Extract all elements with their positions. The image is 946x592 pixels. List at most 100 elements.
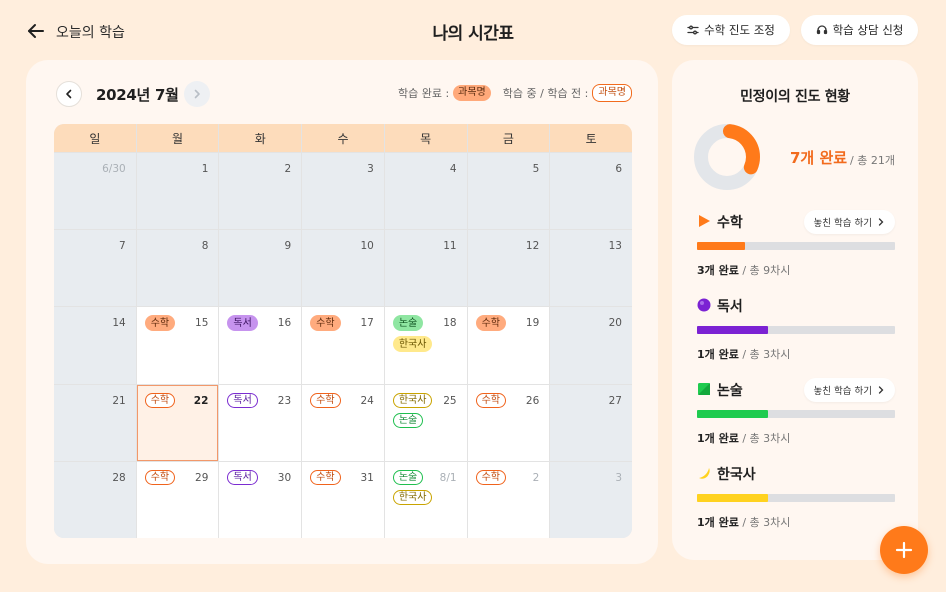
day-number: 7: [119, 240, 126, 253]
lesson-chip-hist[interactable]: 한국사: [392, 336, 433, 353]
calendar-day[interactable]: 2 수학: [467, 461, 550, 538]
calendar-day[interactable]: 29 수학: [136, 461, 219, 538]
lesson-chip-essay[interactable]: 논술: [392, 469, 424, 485]
day-number: 6: [615, 163, 622, 175]
day-number: 9: [284, 240, 292, 253]
calendar-day[interactable]: 10: [302, 230, 384, 307]
day-number: 17: [360, 317, 374, 330]
lesson-chip-hist[interactable]: 한국사: [392, 489, 433, 505]
calendar-day[interactable]: 19 수학: [467, 307, 550, 384]
calendar-day[interactable]: 1: [136, 153, 219, 230]
calendar-day[interactable]: 18 논술 한국사: [384, 307, 467, 384]
calendar-day[interactable]: 14: [54, 307, 136, 384]
calendar-day[interactable]: 5: [467, 153, 550, 230]
calendar-day[interactable]: 20: [550, 307, 632, 384]
lesson-chips: 논술한국사: [392, 315, 433, 353]
lesson-chip-math[interactable]: 수학: [144, 469, 176, 485]
adjust-progress-button[interactable]: 수학 진도 조정: [672, 15, 790, 45]
missed-lesson-button[interactable]: 놓친 학습 하기: [803, 210, 895, 234]
calendar-day[interactable]: 11: [384, 230, 467, 307]
calendar-day[interactable]: 24 수학: [302, 384, 384, 461]
subject-stat: 1개 완료 / 총 3차시: [697, 430, 895, 446]
calendar-day[interactable]: 15 수학: [136, 307, 219, 384]
day-number: 30: [277, 471, 292, 484]
calendar-day[interactable]: 2: [219, 153, 302, 230]
calendar-day[interactable]: 9: [219, 230, 302, 307]
headset-icon: [816, 25, 827, 35]
lesson-chip-read[interactable]: 독서: [227, 469, 258, 485]
lesson-chip-math[interactable]: 수학: [310, 469, 341, 485]
day-number: 5: [532, 163, 540, 175]
lesson-chip-read[interactable]: 독서: [227, 392, 258, 408]
calendar-day[interactable]: 16 독서: [219, 307, 302, 384]
lesson-chip-math[interactable]: 수학: [144, 392, 176, 408]
calendar-day[interactable]: 4: [384, 153, 467, 230]
plus-icon: [895, 541, 913, 559]
day-number: 28: [112, 471, 126, 484]
calendar-day[interactable]: 8: [136, 230, 219, 307]
lesson-chips: 수학: [144, 315, 176, 332]
lesson-chips: 한국사논술: [392, 392, 433, 428]
lesson-chip-math[interactable]: 수학: [475, 469, 506, 485]
day-number: 2: [532, 471, 540, 484]
lesson-chips: 수학: [475, 469, 506, 485]
day-number: 27: [608, 394, 622, 407]
calendar-day[interactable]: 30 독서: [219, 461, 302, 538]
calendar-grid: 일 월 화 수 목 금 토 6/30 1 2 3 4 5 6 7 8 9 10 11 12 13 14 15 수학 16 독서 17…: [54, 124, 632, 538]
day-number: 16: [277, 317, 292, 330]
calendar-day[interactable]: 17 수학: [302, 307, 384, 384]
calendar-day[interactable]: 31 수학: [302, 461, 384, 538]
lesson-chip-essay[interactable]: 논술: [392, 412, 424, 428]
calendar-day[interactable]: 27: [550, 384, 632, 461]
calendar-day[interactable]: 8/1 논술한국사: [384, 461, 467, 538]
calendar-day[interactable]: 12: [467, 230, 550, 307]
legend-done-label: 학습 완료 :: [397, 87, 450, 100]
day-number: 8: [201, 240, 209, 253]
calendar-day[interactable]: 13: [550, 230, 632, 307]
lesson-chips: 수학: [144, 469, 176, 485]
subject-total: / 총 3차시: [742, 432, 791, 445]
subject-name: 수학: [717, 215, 743, 231]
calendar-day[interactable]: 25 한국사 논술: [384, 384, 467, 461]
month-label: 2024년 7월: [96, 86, 179, 104]
prev-month-button[interactable]: [56, 81, 82, 107]
day-number: 15: [195, 317, 209, 330]
subject-total: / 총 9차시: [742, 264, 791, 277]
consult-request-button[interactable]: 학습 상담 신청: [801, 15, 918, 45]
calendar-day[interactable]: 26 수학: [467, 384, 550, 461]
progress-card: 민정이의 진도 현황 7개 완료 / 총 21개 수학 놓친 학습 하기 3개 완료…: [672, 60, 918, 560]
subject-header: 한국사: [697, 464, 895, 484]
calendar-day[interactable]: 6/30: [54, 153, 136, 230]
subject-progress: 논술 놓친 학습 하기 1개 완료 / 총 3차시: [697, 378, 895, 446]
missed-lesson-button[interactable]: 놓친 학습 하기: [803, 378, 895, 402]
subject-name: 독서: [717, 299, 743, 315]
subject-stat: 1개 완료 / 총 3차시: [697, 514, 895, 530]
calendar-day[interactable]: 21: [54, 384, 136, 461]
calendar-day[interactable]: 3: [302, 153, 384, 230]
calendar-day[interactable]: 28: [54, 461, 136, 538]
lesson-chip-essay[interactable]: 논술: [392, 315, 424, 332]
calendar-day-selected[interactable]: 22 수학: [136, 384, 219, 461]
add-button[interactable]: [880, 526, 928, 574]
adjust-progress-label: 수학 진도 조정: [704, 23, 775, 37]
day-number: 8/1: [439, 471, 457, 484]
calendar-day[interactable]: 3: [550, 461, 632, 538]
subject-total: / 총 3차시: [742, 348, 791, 361]
calendar-day[interactable]: 23 독서: [219, 384, 302, 461]
lesson-chip-math[interactable]: 수학: [310, 392, 341, 408]
next-month-button[interactable]: [184, 81, 210, 107]
subject-progress: 수학 놓친 학습 하기 3개 완료 / 총 9차시: [697, 210, 895, 278]
day-number: 11: [443, 240, 457, 253]
lesson-chip-math[interactable]: 수학: [475, 392, 506, 408]
lesson-chip-math[interactable]: 수학: [475, 315, 506, 332]
calendar-day[interactable]: 6: [550, 153, 632, 230]
lesson-chip-math[interactable]: 수학: [310, 315, 341, 332]
lesson-chip-hist[interactable]: 한국사: [392, 392, 433, 408]
weekday-header: 토: [550, 124, 632, 152]
calendar-day[interactable]: 7: [54, 230, 136, 307]
lesson-chip-read[interactable]: 독서: [227, 315, 258, 332]
overall-total: / 총 21개: [850, 154, 895, 167]
progress-bar-fill: [697, 242, 745, 250]
lesson-chip-math[interactable]: 수학: [144, 315, 176, 332]
subject-done: 1개 완료: [697, 516, 739, 529]
